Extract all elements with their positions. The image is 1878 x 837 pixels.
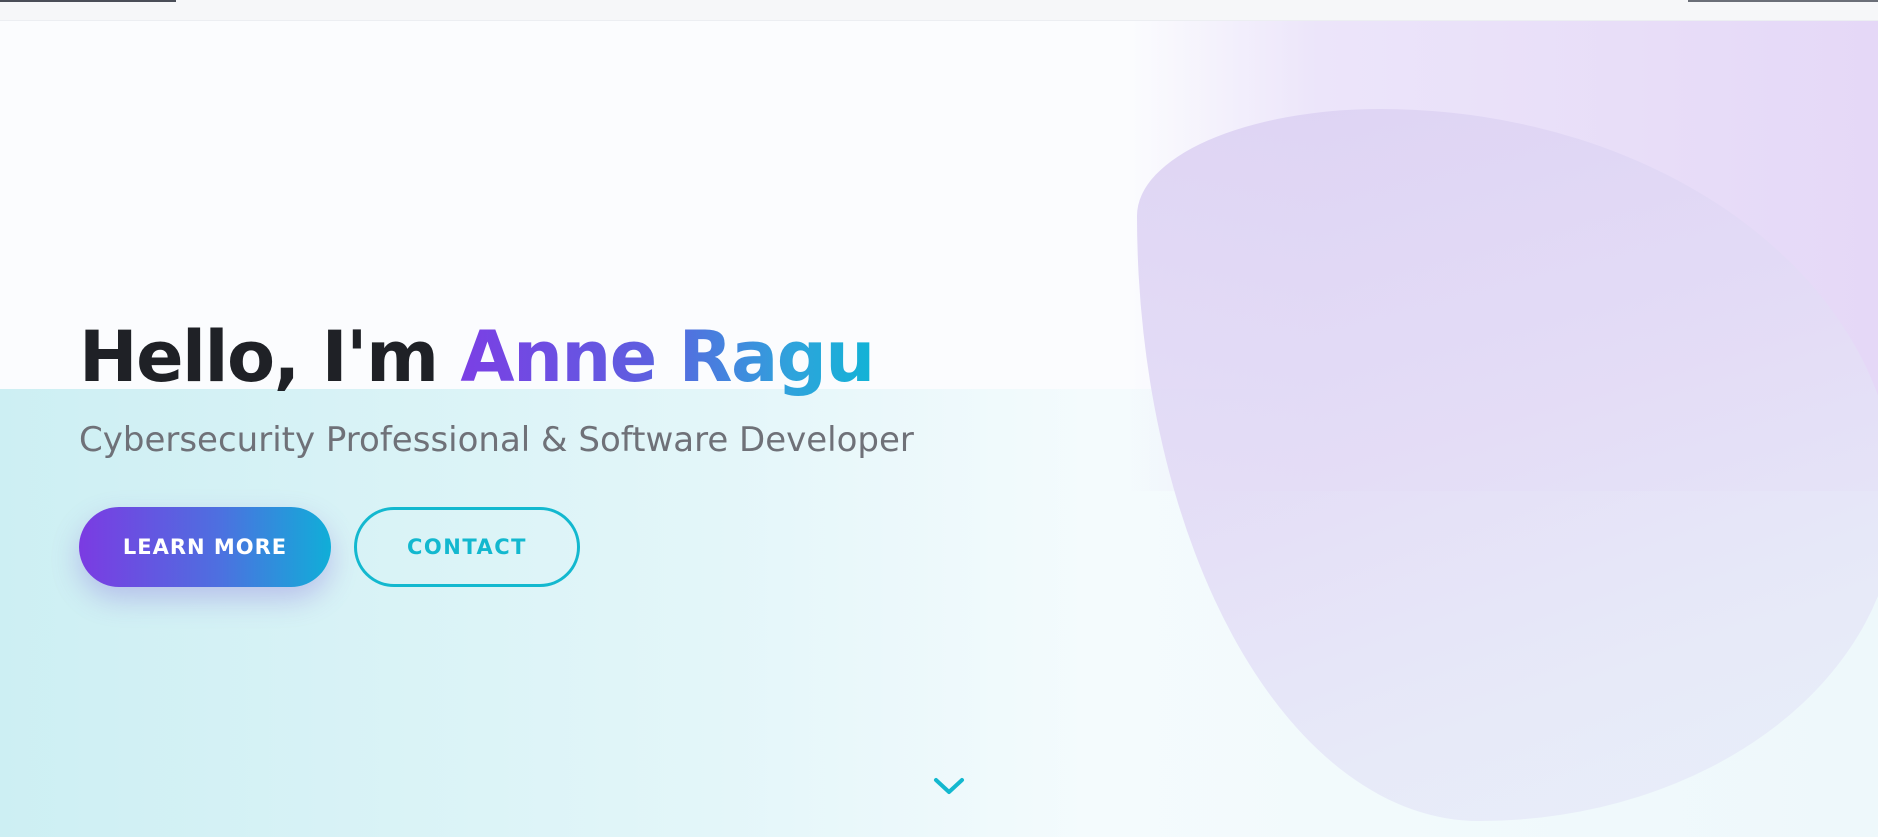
hero-content: Hello, I'm Anne Ragu Cybersecurity Profe… — [79, 311, 1039, 462]
top-strip-left-mark — [0, 0, 176, 2]
hero-subtitle: Cybersecurity Professional & Software De… — [79, 420, 914, 460]
greeting-text: Hello, I'm — [79, 316, 461, 398]
browser-top-strip — [0, 0, 1878, 21]
learn-more-button[interactable]: LEARN MORE — [79, 507, 331, 587]
contact-button[interactable]: CONTACT — [354, 507, 580, 587]
hero-name: Anne Ragu — [460, 316, 875, 398]
chevron-down-icon — [934, 778, 964, 794]
top-strip-right-mark — [1688, 0, 1878, 2]
scroll-down-button[interactable] — [932, 774, 966, 798]
hero-actions: LEARN MORE CONTACT — [79, 507, 580, 587]
hero-headline: Hello, I'm Anne Ragu — [79, 311, 1039, 403]
